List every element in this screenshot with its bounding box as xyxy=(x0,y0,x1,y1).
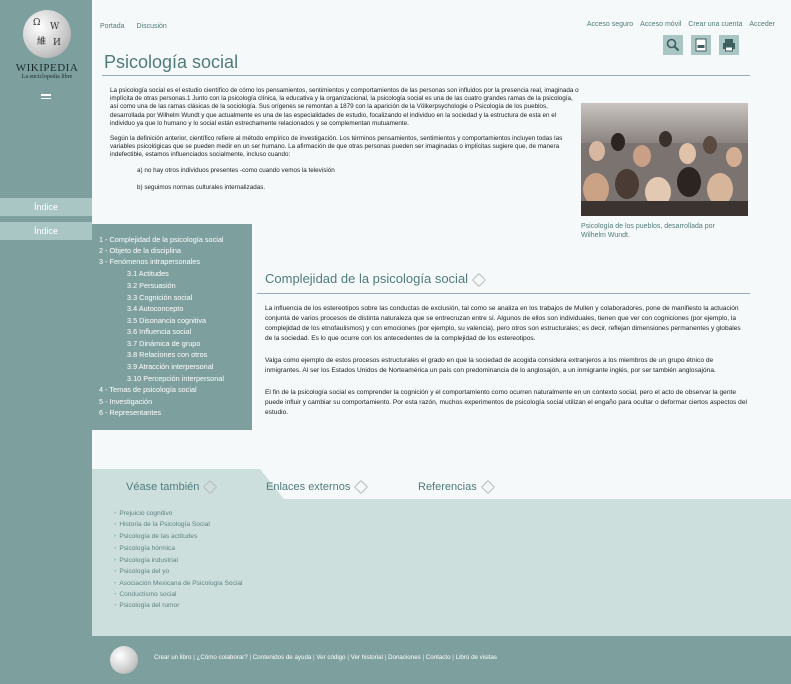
toc-item[interactable]: 3.2 Persuasión xyxy=(127,281,176,290)
toc-item[interactable]: 3.4 Autoconcepto xyxy=(127,304,183,313)
user-links: Acceso seguro Acceso móvil Crear una cue… xyxy=(582,21,775,28)
toc-item[interactable]: 3.10 Percepción interpersonal xyxy=(127,374,224,383)
pdf-icon xyxy=(695,38,707,52)
edit-pencil-icon[interactable] xyxy=(471,272,487,287)
toc-item[interactable]: 3.3 Cognición social xyxy=(127,293,192,302)
puzzle-globe-icon: ΩW 維И xyxy=(23,10,71,58)
section-title: Complejidad de la psicología social xyxy=(265,271,469,286)
footer-links: Crear un libro¿Cómo colaborar?Contenidos… xyxy=(154,654,497,661)
section-paragraph: Valga como ejemplo de estos procesos est… xyxy=(265,357,716,374)
page-title: Psicología social xyxy=(104,52,239,72)
intro-list-item: a) no hay otros individuos presentes -co… xyxy=(137,166,335,174)
toc-item[interactable]: 3.8 Relaciones con otros xyxy=(127,350,207,359)
toc-item[interactable]: 1 - Complejidad de la psicología social xyxy=(99,235,224,244)
tab-see-also-label: Véase también xyxy=(126,481,200,493)
toc-item[interactable]: 3.5 Disonancia cognitiva xyxy=(127,316,206,325)
logo-tagline: La enciclopedia libre xyxy=(21,74,73,80)
tab-references[interactable]: Referencias xyxy=(418,480,495,495)
see-also-link[interactable]: Psicología de las actitudes xyxy=(114,533,197,540)
toc-item[interactable]: 3.7 Dinámica de grupo xyxy=(127,339,200,348)
see-also-link[interactable]: Conductismo social xyxy=(114,591,176,598)
toc-item[interactable]: 3.6 Influencia social xyxy=(127,327,191,336)
section-heading: Complejidad de la psicología social xyxy=(265,271,487,287)
intro-paragraph: La psicología social es el estudio cient… xyxy=(110,87,579,127)
pdf-button[interactable] xyxy=(691,35,711,55)
toc-item[interactable]: 3.9 Atracción interpersonal xyxy=(127,362,213,371)
section-body: La influencia de los estereotipos sobre … xyxy=(265,304,747,430)
print-icon xyxy=(723,39,735,52)
toc-item[interactable]: 4 - Temas de psicología social xyxy=(99,385,197,394)
link-login[interactable]: Acceder xyxy=(749,21,775,28)
edit-pencil-icon[interactable] xyxy=(354,480,369,495)
link-mobile-access[interactable]: Acceso móvil xyxy=(640,21,681,28)
search-button[interactable] xyxy=(663,35,683,55)
tab-see-also[interactable]: Véase también xyxy=(126,480,218,495)
footer-link[interactable]: ¿Cómo colaborar? xyxy=(192,654,248,661)
link-secure-access[interactable]: Acceso seguro xyxy=(587,21,633,28)
edit-pencil-icon[interactable] xyxy=(203,480,218,495)
sidebar-tab-index[interactable]: Índice xyxy=(0,198,92,216)
footer-link[interactable]: Contacto xyxy=(421,654,451,661)
see-also-link[interactable]: Psicología hórmica xyxy=(114,545,175,552)
footer-link[interactable]: Crear un libro xyxy=(154,654,192,661)
see-also-link[interactable]: Psicología industrial xyxy=(114,557,178,564)
table-of-contents: 1 - Complejidad de la psicología social … xyxy=(92,224,252,430)
link-create-account[interactable]: Crear una cuenta xyxy=(688,21,742,28)
see-also-link[interactable]: Prejuicio cognitivo xyxy=(114,510,172,517)
see-also-link[interactable]: Asociación Mexicana de Psicología Social xyxy=(114,580,242,587)
search-icon xyxy=(666,38,680,52)
toc-item[interactable]: 6 - Representantes xyxy=(99,408,161,417)
bottom-tab-bar: Véase también Enlaces externos Referenci… xyxy=(92,469,791,499)
intro-list-item: b) seguimos normas culturales internaliz… xyxy=(137,183,266,191)
figure-caption: Psicología de los pueblos, desarrollada … xyxy=(581,223,715,239)
section-divider xyxy=(257,293,750,294)
footer-link[interactable]: Donaciones xyxy=(383,654,421,661)
toc-item[interactable]: 3 - Fenómenos intrapersonales xyxy=(99,257,200,266)
footer-link[interactable]: Contenidos de ayuda xyxy=(248,654,312,661)
section-paragraph: La influencia de los estereotipos sobre … xyxy=(265,305,741,342)
see-also-panel: Prejuicio cognitivo Historia de la Psico… xyxy=(92,499,791,636)
sidebar-tab-index-active[interactable]: Índice xyxy=(0,222,92,240)
logo-wordmark: WIKIPEDIA xyxy=(15,62,79,74)
toc-item[interactable]: 5 - Investigación xyxy=(99,397,152,406)
wikipedia-globe-icon xyxy=(110,646,138,674)
sidebar: ΩW 維И WIKIPEDIA La enciclopedia libre xyxy=(0,0,92,684)
hamburger-menu-icon[interactable] xyxy=(41,92,51,101)
footer-link[interactable]: Ver historial xyxy=(346,654,383,661)
toc-item[interactable]: 2 - Objeto de la disciplina xyxy=(99,246,181,255)
section-paragraph: El fin de la psicología social es compre… xyxy=(265,389,747,416)
tab-portada[interactable]: Portada xyxy=(100,23,125,30)
edit-pencil-icon[interactable] xyxy=(480,480,495,495)
footer: Crear un libro¿Cómo colaborar?Contenidos… xyxy=(92,636,791,684)
footer-link[interactable]: Libro de visitas xyxy=(451,654,497,661)
tab-external-links[interactable]: Enlaces externos xyxy=(266,480,369,495)
footer-link[interactable]: Ver código xyxy=(311,654,345,661)
toc-item[interactable]: 3.1 Actitudes xyxy=(127,269,169,278)
wikipedia-logo[interactable]: ΩW 維И WIKIPEDIA La enciclopedia libre xyxy=(14,10,80,80)
print-button[interactable] xyxy=(719,35,739,55)
page-tabs: Portada Discusión xyxy=(100,23,177,30)
see-also-link[interactable]: Psicología del yo xyxy=(114,568,169,575)
tab-references-label: Referencias xyxy=(418,481,477,493)
title-divider xyxy=(102,75,750,76)
see-also-link[interactable]: Historia de la Psicología Social xyxy=(114,521,210,528)
tab-discusion[interactable]: Discusión xyxy=(136,23,166,30)
intro-text: La psicología social es el estudio cient… xyxy=(110,87,580,201)
crowd-photo[interactable] xyxy=(581,103,748,216)
see-also-link[interactable]: Psicología del rumor xyxy=(114,602,179,609)
intro-paragraph: Según la definición anterior, científico… xyxy=(110,135,563,159)
tab-external-links-label: Enlaces externos xyxy=(266,481,351,493)
